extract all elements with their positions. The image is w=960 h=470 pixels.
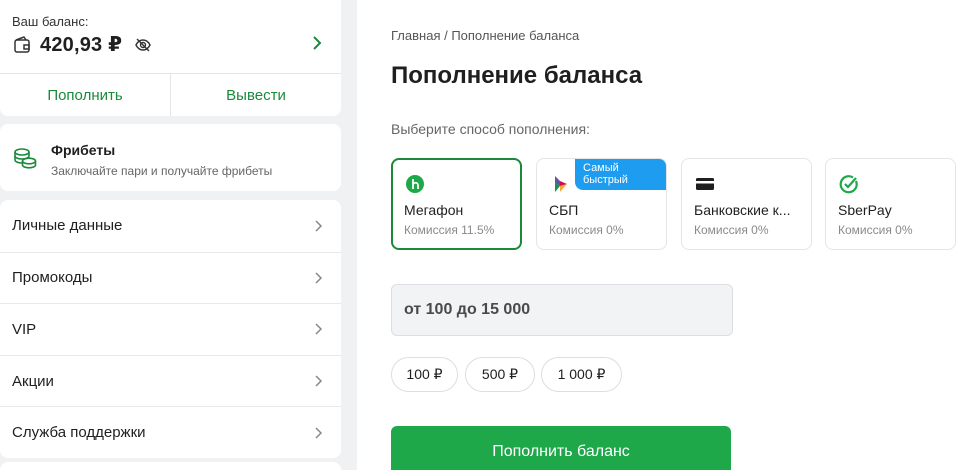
method-name: SberPay [838, 202, 892, 218]
chevron-right-icon [315, 272, 323, 284]
menu-item-label: Промокоды [12, 269, 93, 287]
submit-topup-button[interactable]: Пополнить баланс [391, 426, 731, 470]
method-name: Банковские к... [694, 202, 791, 218]
menu-item-support[interactable]: Служба поддержки [0, 406, 341, 458]
menu-item-label: Личные данные [12, 217, 123, 235]
method-fee: Комиссия 0% [694, 223, 769, 237]
page-title: Пополнение баланса [391, 62, 643, 89]
eye-off-icon[interactable] [134, 36, 152, 54]
amount-chip-500[interactable]: 500 ₽ [465, 357, 535, 392]
topup-button[interactable]: Пополнить [0, 74, 170, 116]
account-menu: Личные данные Промокоды VIP Акции Служба… [0, 200, 341, 458]
balance-actions: Пополнить Вывести [0, 73, 341, 116]
balance-card: Ваш баланс: 420,93 ₽ Пополнить Вывести [0, 0, 341, 116]
method-fee: Комиссия 0% [838, 223, 913, 237]
chevron-right-icon [315, 427, 323, 439]
menu-item-label: VIP [12, 320, 37, 338]
chevron-right-icon [315, 375, 323, 387]
menu-item-promocodes[interactable]: Промокоды [0, 251, 341, 304]
menu-item-promotions[interactable]: Акции [0, 354, 341, 407]
menu-card-next [0, 462, 341, 470]
chevron-right-icon[interactable] [311, 35, 323, 51]
freebets-title: Фрибеты [51, 142, 116, 158]
amount-chip-100[interactable]: 100 ₽ [391, 357, 458, 392]
chevron-right-icon [315, 220, 323, 232]
sberpay-icon [839, 175, 858, 194]
menu-item-vip[interactable]: VIP [0, 303, 341, 355]
menu-item-label: Служба поддержки [12, 424, 146, 442]
method-megafon[interactable]: Мегафон Комиссия 11.5% [391, 158, 522, 250]
method-sberpay[interactable]: SberPay Комиссия 0% [825, 158, 956, 250]
freebets-subtitle: Заключайте пари и получайте фрибеты [51, 164, 273, 178]
method-fee: Комиссия 0% [549, 223, 624, 237]
sbp-icon [555, 176, 567, 192]
megafon-icon [406, 175, 424, 193]
balance-row: 420,93 ₽ [12, 32, 152, 57]
fastest-badge: Самый быстрый [575, 159, 666, 190]
bank-card-icon [696, 178, 714, 190]
menu-item-label: Акции [12, 372, 54, 390]
balance-amount: 420,93 ₽ [40, 34, 123, 56]
method-name: СБП [549, 202, 579, 218]
withdraw-button[interactable]: Вывести [170, 74, 341, 116]
amount-chip-1000[interactable]: 1 000 ₽ [541, 357, 622, 392]
chevron-right-icon [315, 323, 323, 336]
method-fee: Комиссия 11.5% [404, 223, 495, 237]
method-name: Мегафон [404, 202, 464, 218]
breadcrumb[interactable]: Главная / Пополнение баланса [391, 28, 579, 43]
coins-icon [14, 148, 37, 169]
menu-item-personal-data[interactable]: Личные данные [0, 200, 341, 252]
balance-label: Ваш баланс: [12, 14, 89, 29]
wallet-icon [14, 35, 30, 53]
method-prompt: Выберите способ пополнения: [391, 121, 590, 137]
amount-input[interactable] [391, 284, 733, 336]
method-bank-cards[interactable]: Банковские к... Комиссия 0% [681, 158, 812, 250]
method-sbp[interactable]: Самый быстрый СБП Комиссия 0% [536, 158, 667, 250]
